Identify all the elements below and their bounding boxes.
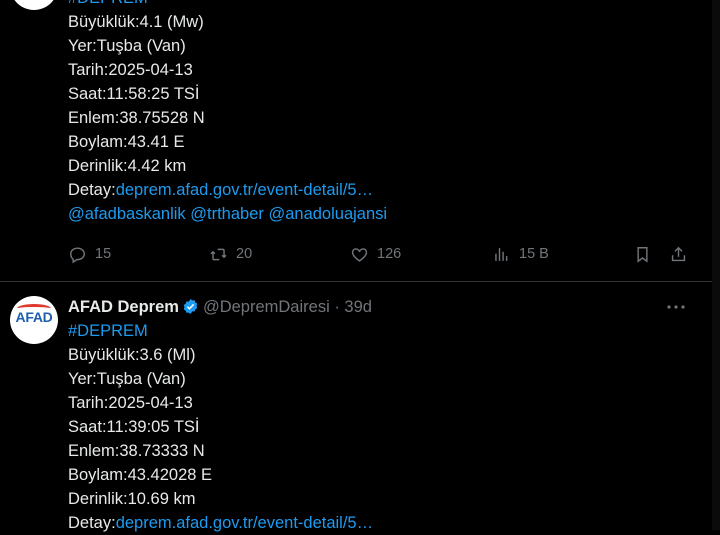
repost-button[interactable]: 20 xyxy=(209,242,252,266)
depth-line: Derinlik:4.42 km xyxy=(68,157,187,175)
detail-link[interactable]: deprem.afad.gov.tr/event-detail/5… xyxy=(116,181,373,199)
share-button[interactable] xyxy=(669,242,688,266)
author-name[interactable]: AFAD Deprem xyxy=(68,298,179,316)
longitude-line: Boylam:43.41 E xyxy=(68,133,185,151)
post-age[interactable]: 39d xyxy=(344,298,372,316)
avatar-logo-text: AFAD xyxy=(15,309,53,325)
views-icon xyxy=(495,247,508,261)
avatar[interactable]: AFAD xyxy=(10,0,58,10)
latitude-line: Enlem:38.73333 N xyxy=(68,442,205,460)
share-icon xyxy=(671,246,686,261)
depth-line: Derinlik:10.69 km xyxy=(68,490,196,508)
magnitude-line: Büyüklük:3.6 (Ml) xyxy=(68,346,196,364)
tweet-content: AFAD Deprem @DepremDairesi · 39d #DEPREM … xyxy=(68,295,696,535)
tweet-header: AFAD Deprem @DepremDairesi · 39d xyxy=(68,295,696,319)
like-count: 126 xyxy=(377,246,402,262)
verified-badge-icon xyxy=(183,299,198,314)
tweet-2[interactable]: AFAD AFAD Deprem @DepremDairesi · 39d #DE… xyxy=(0,282,712,532)
avatar[interactable]: AFAD xyxy=(10,296,58,344)
scrollbar-track[interactable] xyxy=(712,0,720,530)
detail-line: Detay:deprem.afad.gov.tr/event-detail/5… xyxy=(68,178,696,202)
detail-line: Detay:deprem.afad.gov.tr/event-detail/5… xyxy=(68,511,696,535)
time-line: Saat:11:39:05 TSİ xyxy=(68,418,200,436)
mention-anadoluajansi[interactable]: @anadoluajansi xyxy=(268,205,387,223)
tweet-text: #DEPREM Büyüklük:4.1 (Mw) Yer:Tuşba (Van… xyxy=(68,0,696,226)
mention-trthaber[interactable]: @trthaber xyxy=(190,205,264,223)
bookmark-button[interactable] xyxy=(633,242,652,266)
detail-label: Detay: xyxy=(68,514,116,532)
place-line: Yer:Tuşba (Van) xyxy=(68,370,186,388)
hashtag-link[interactable]: #DEPREM xyxy=(68,319,696,343)
time-line: Saat:11:58:25 TSİ xyxy=(68,85,200,103)
like-button[interactable]: 126 xyxy=(350,242,401,266)
place-line: Yer:Tuşba (Van) xyxy=(68,37,186,55)
tweet-1[interactable]: AFAD #DEPREM Büyüklük:4.1 (Mw) Yer:Tuşba… xyxy=(0,0,712,281)
detail-label: Detay: xyxy=(68,181,116,199)
action-bar: 15 20 126 15 B xyxy=(68,242,690,266)
magnitude-line: Büyüklük:4.1 (Mw) xyxy=(68,13,204,31)
like-icon xyxy=(351,247,368,262)
views-count: 15 B xyxy=(519,246,549,262)
author-handle[interactable]: @DepremDairesi xyxy=(203,298,330,316)
reply-icon xyxy=(70,246,85,263)
latitude-line: Enlem:38.75528 N xyxy=(68,109,205,127)
separator-dot: · xyxy=(334,298,340,316)
date-line: Tarih:2025-04-13 xyxy=(68,61,193,79)
detail-link[interactable]: deprem.afad.gov.tr/event-detail/5… xyxy=(116,514,373,532)
reply-count: 15 xyxy=(95,246,112,262)
mentions-line: @afadbaskanlik @trthaber @anadoluajansi xyxy=(68,202,696,226)
longitude-line: Boylam:43.42028 E xyxy=(68,466,213,484)
more-options-button[interactable] xyxy=(664,295,688,319)
mention-afadbaskanlik[interactable]: @afadbaskanlik xyxy=(68,205,186,223)
views-button[interactable]: 15 B xyxy=(492,242,549,266)
date-line: Tarih:2025-04-13 xyxy=(68,394,193,412)
hashtag-link[interactable]: #DEPREM xyxy=(68,0,696,10)
reply-button[interactable]: 15 xyxy=(68,242,111,266)
repost-icon xyxy=(210,248,227,260)
repost-count: 20 xyxy=(236,246,253,262)
more-icon xyxy=(667,305,685,309)
bookmark-icon xyxy=(637,246,648,263)
